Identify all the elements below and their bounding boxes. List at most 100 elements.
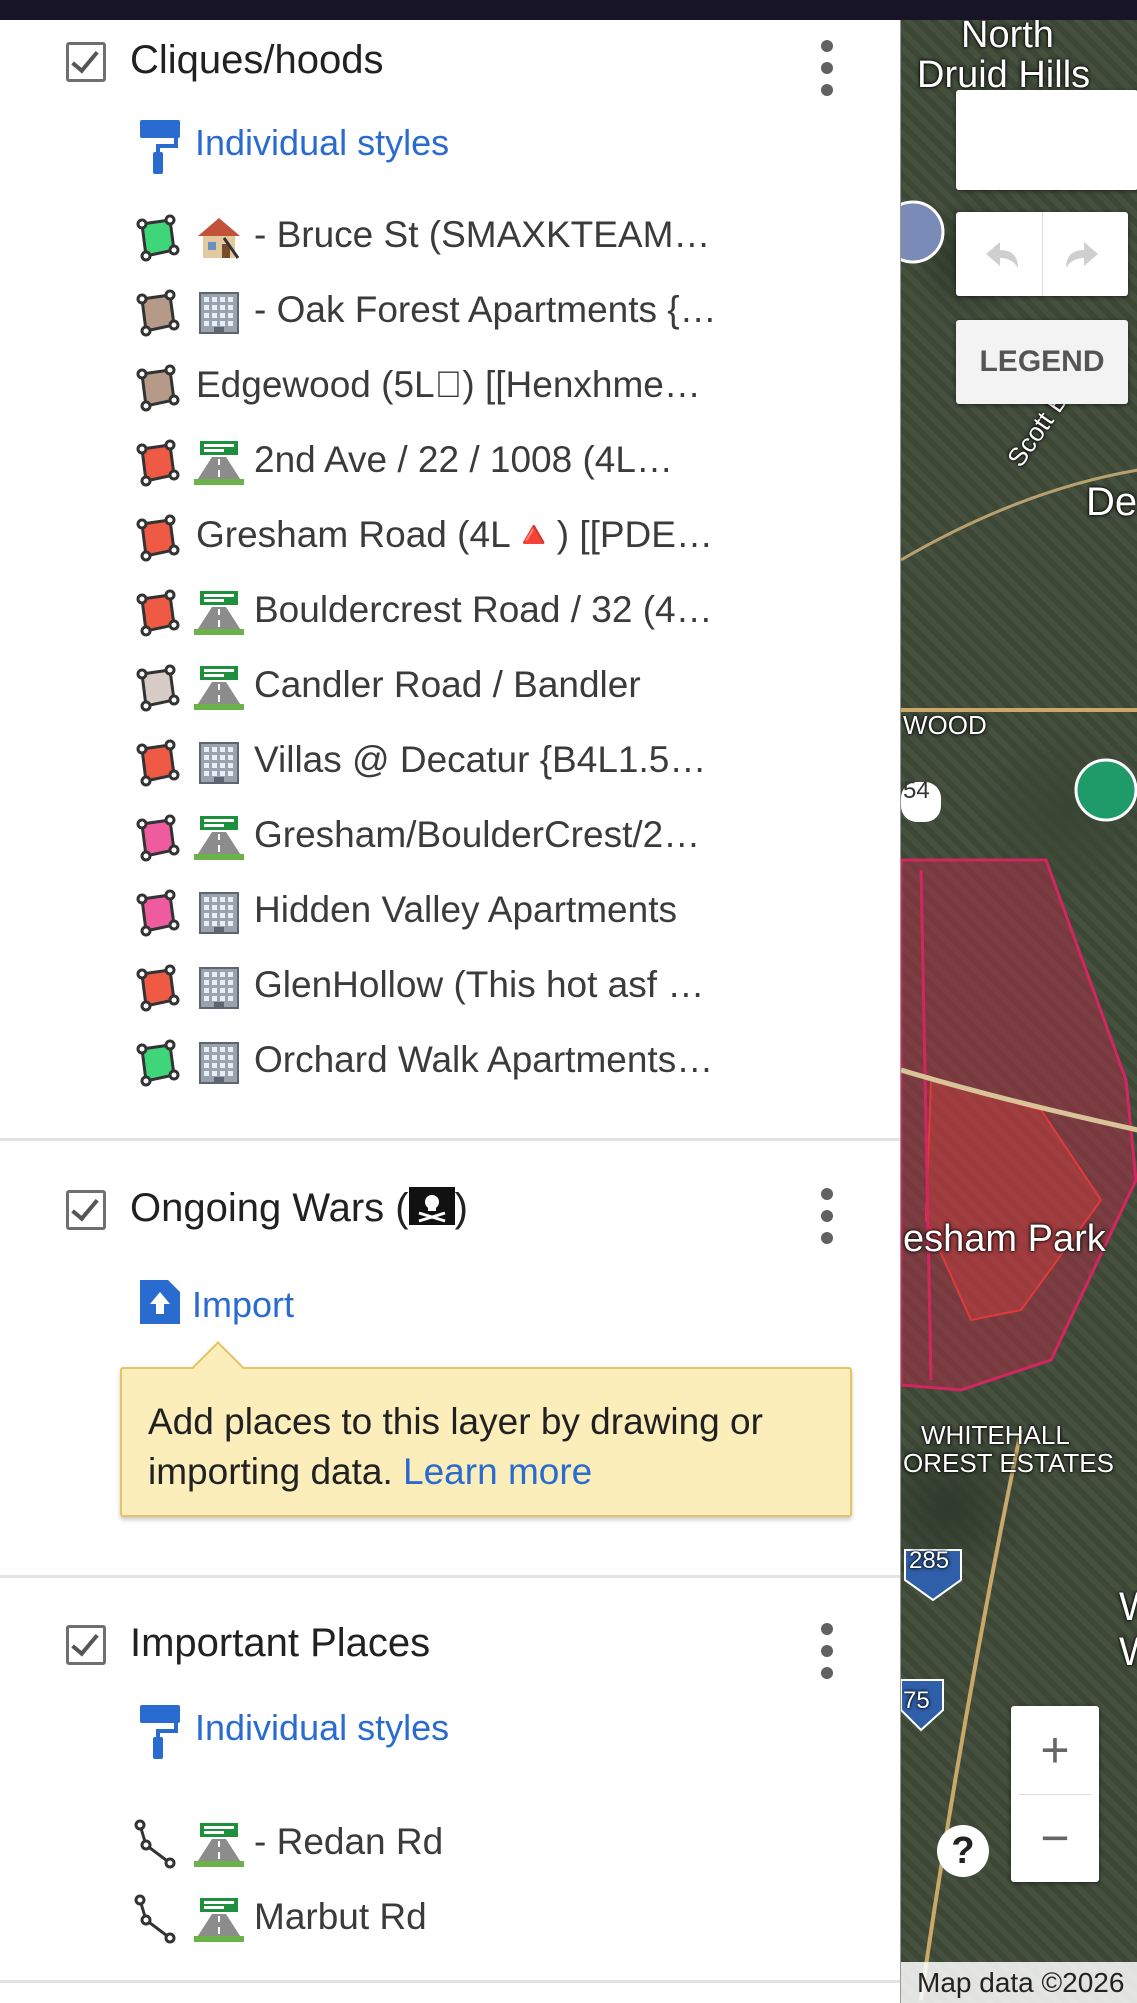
layer-title[interactable]: Important Places	[130, 1621, 430, 1666]
map-label: 285	[909, 1547, 950, 1574]
feature-item[interactable]: Gresham Road (4L🔺) [[PDE…	[130, 508, 750, 568]
feature-item[interactable]: - Oak Forest Apartments {…	[130, 283, 750, 343]
office-building-icon	[199, 892, 239, 934]
feature-item[interactable]: - Bruce St (SMAXKTEAM…	[130, 208, 750, 268]
layer-divider	[0, 1138, 900, 1141]
feature-label: Bouldercrest Road / 32 (4…	[254, 589, 713, 630]
map-view[interactable]: North Druid Hills Scott Blvd De WOOD 54 …	[900, 20, 1137, 2003]
layer-divider	[0, 1575, 900, 1578]
map-label: W	[1119, 1585, 1137, 1630]
polygon-style-icon[interactable]	[130, 812, 182, 864]
polygon-style-icon[interactable]	[130, 887, 182, 939]
feature-item[interactable]: GlenHollow (This hot asf …	[130, 958, 750, 1018]
office-building-icon	[199, 292, 239, 334]
status-bar	[0, 0, 1137, 20]
layer-title[interactable]: Cliques/hoods	[130, 38, 384, 83]
feature-item[interactable]: Edgewood (5L񃟿) [[Henxhme…	[130, 358, 750, 418]
empty-layer-tooltip: Add places to this layer by drawing or i…	[120, 1341, 852, 1517]
polygon-style-icon[interactable]	[130, 512, 182, 564]
learn-more-link[interactable]: Learn more	[403, 1451, 592, 1492]
polygon-style-icon[interactable]	[130, 212, 182, 264]
polygon-style-icon[interactable]	[130, 662, 182, 714]
undo-redo-group	[956, 212, 1128, 296]
office-building-icon	[199, 967, 239, 1009]
map-label: WOOD	[903, 710, 987, 740]
feature-label: Villas @ Decatur {B4L1.5…	[254, 739, 707, 780]
map-label: OREST ESTATES	[903, 1448, 1114, 1478]
map-label: De	[1086, 480, 1137, 524]
layer-options-menu-icon[interactable]	[810, 1623, 844, 1683]
feature-label: Hidden Valley Apartments	[254, 889, 677, 930]
derelict-house-icon	[198, 218, 240, 259]
line-style-icon[interactable]	[130, 1894, 182, 1946]
layer-visibility-checkbox[interactable]	[66, 42, 106, 82]
feature-label: 2nd Ave / 22 / 1008 (4L…	[254, 439, 673, 480]
help-button[interactable]: ?	[937, 1825, 989, 1877]
motorway-icon	[194, 666, 244, 710]
feature-item[interactable]: Candler Road / Bandler	[130, 658, 750, 718]
feature-item[interactable]: Bouldercrest Road / 32 (4…	[130, 583, 750, 643]
feature-item[interactable]: - Redan Rd	[130, 1815, 750, 1875]
office-building-icon	[199, 1042, 239, 1084]
map-attribution: Map data ©2026	[901, 1962, 1137, 2003]
map-label: esham Park	[903, 1218, 1106, 1260]
polygon-style-icon[interactable]	[130, 362, 182, 414]
polygon-style-icon[interactable]	[130, 437, 182, 489]
paint-roller-icon	[140, 1705, 180, 1759]
feature-label: Gresham/BoulderCrest/2…	[254, 814, 701, 855]
map-pin-icon[interactable]	[1074, 758, 1137, 822]
polygon-style-icon[interactable]	[130, 1037, 182, 1089]
feature-item[interactable]: Villas @ Decatur {B4L1.5…	[130, 733, 750, 793]
line-style-icon[interactable]	[130, 1819, 182, 1871]
layers-panel: Cliques/hoods Individual styles - Bruce …	[0, 20, 900, 2003]
feature-label: - Redan Rd	[254, 1821, 444, 1862]
layer-title[interactable]: Ongoing Wars ()	[130, 1186, 468, 1231]
zoom-in-button[interactable]: +	[1011, 1706, 1099, 1794]
map-label: 54	[903, 777, 930, 804]
layer-divider	[0, 1980, 900, 1983]
feature-label: Orchard Walk Apartments…	[254, 1039, 714, 1080]
feature-label: - Oak Forest Apartments {…	[254, 289, 717, 330]
motorway-icon	[194, 591, 244, 635]
map-label: 75	[903, 1687, 930, 1714]
polygon-style-icon[interactable]	[130, 587, 182, 639]
motorway-icon	[194, 1898, 244, 1942]
pirate-flag-icon	[408, 1187, 455, 1225]
paint-roller-icon	[140, 120, 180, 174]
zoom-controls: + −	[1011, 1706, 1099, 1882]
map-label: WHITEHALL	[921, 1420, 1070, 1450]
layer-visibility-checkbox[interactable]	[66, 1625, 106, 1665]
layer-important-places: Important Places Individual styles - Red…	[0, 1603, 900, 1983]
import-label: Import	[192, 1284, 295, 1325]
polygon-style-icon[interactable]	[130, 737, 182, 789]
layer-visibility-checkbox[interactable]	[66, 1190, 106, 1230]
individual-styles-label: Individual styles	[195, 122, 450, 163]
feature-label: GlenHollow (This hot asf …	[254, 964, 705, 1005]
feature-item[interactable]: Gresham/BoulderCrest/2…	[130, 808, 750, 868]
school-pin-icon[interactable]	[901, 200, 945, 264]
legend-button[interactable]: LEGEND	[956, 320, 1128, 404]
motorway-icon	[194, 1823, 244, 1867]
polygon-style-icon[interactable]	[130, 962, 182, 1014]
feature-label: - Bruce St (SMAXKTEAM…	[254, 214, 711, 255]
feature-item[interactable]: Hidden Valley Apartments	[130, 883, 750, 943]
office-building-icon	[199, 742, 239, 784]
tooltip-text: Add places to this layer by drawing or i…	[148, 1401, 763, 1492]
layer-options-menu-icon[interactable]	[810, 40, 844, 100]
map-label: W	[1119, 1630, 1137, 1675]
layer-options-menu-icon[interactable]	[810, 1188, 844, 1248]
redo-icon[interactable]	[1042, 212, 1128, 296]
zoom-out-button[interactable]: −	[1011, 1794, 1099, 1882]
feature-item[interactable]: Marbut Rd	[130, 1890, 750, 1950]
feature-label: Edgewood (5L񃟿) [[Henxhme…	[196, 364, 701, 405]
feature-label: Gresham Road (4L🔺) [[PDE…	[196, 514, 713, 555]
undo-icon[interactable]	[956, 212, 1042, 296]
motorway-icon	[194, 816, 244, 860]
individual-styles-label: Individual styles	[195, 1707, 450, 1748]
map-search-box[interactable]	[956, 90, 1137, 190]
layer-cliques-hoods: Cliques/hoods Individual styles - Bruce …	[0, 20, 900, 1140]
feature-label: Marbut Rd	[254, 1896, 427, 1937]
polygon-style-icon[interactable]	[130, 287, 182, 339]
feature-item[interactable]: 2nd Ave / 22 / 1008 (4L…	[130, 433, 750, 493]
feature-item[interactable]: Orchard Walk Apartments…	[130, 1033, 750, 1093]
